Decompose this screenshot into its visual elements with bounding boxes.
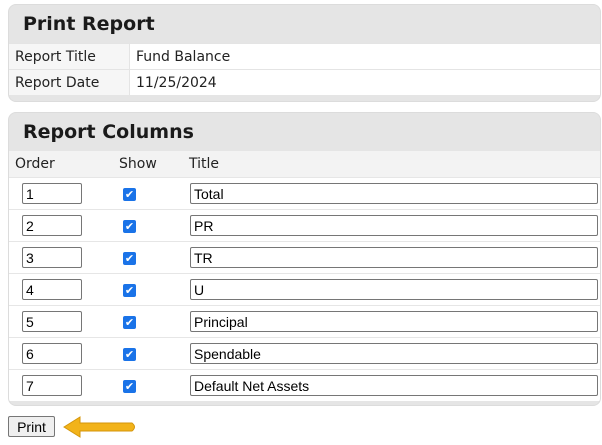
print-report-heading: Print Report	[23, 13, 155, 35]
show-checkbox[interactable]: ✔	[123, 380, 136, 393]
show-checkbox[interactable]: ✔	[123, 252, 136, 265]
order-input[interactable]	[22, 183, 82, 204]
order-input[interactable]	[22, 343, 82, 364]
order-input[interactable]	[22, 247, 82, 268]
column-row: ✔	[9, 305, 600, 338]
arrow-shape	[63, 416, 135, 438]
show-checkbox[interactable]: ✔	[123, 188, 136, 201]
order-header: Order	[15, 156, 55, 172]
show-checkbox[interactable]: ✔	[123, 220, 136, 233]
order-input[interactable]	[22, 215, 82, 236]
report-title-value: Fund Balance	[129, 43, 600, 70]
column-row: ✔	[9, 273, 600, 306]
column-row: ✔	[9, 337, 600, 370]
report-columns-table: Order Show Title ✔ ✔ ✔ ✔ ✔ ✔ ✔	[9, 151, 600, 401]
columns-header-row: Order Show Title	[9, 151, 600, 178]
report-title-row: Report Title Fund Balance	[9, 43, 600, 70]
show-checkbox[interactable]: ✔	[123, 348, 136, 361]
title-input[interactable]	[190, 343, 598, 364]
title-input[interactable]	[190, 247, 598, 268]
report-date-value: 11/25/2024	[129, 69, 600, 95]
report-date-row: Report Date 11/25/2024	[9, 69, 600, 95]
report-title-label: Report Title	[9, 43, 130, 70]
title-header: Title	[189, 156, 220, 172]
column-row: ✔	[9, 177, 600, 210]
column-rows: ✔ ✔ ✔ ✔ ✔ ✔ ✔	[9, 177, 600, 401]
title-input[interactable]	[190, 183, 598, 204]
order-input[interactable]	[22, 279, 82, 300]
title-input[interactable]	[190, 279, 598, 300]
column-row: ✔	[9, 241, 600, 274]
order-input[interactable]	[22, 375, 82, 396]
column-row: ✔	[9, 209, 600, 242]
show-checkbox[interactable]: ✔	[123, 284, 136, 297]
title-input[interactable]	[190, 215, 598, 236]
print-button[interactable]: Print	[8, 416, 55, 437]
arrow-left-icon	[63, 416, 135, 438]
show-checkbox[interactable]: ✔	[123, 316, 136, 329]
show-header: Show	[119, 156, 157, 172]
report-info-table: Report Title Fund Balance Report Date 11…	[9, 43, 600, 95]
report-columns-heading: Report Columns	[23, 121, 194, 143]
column-row: ✔	[9, 369, 600, 401]
print-report-panel: Print Report Report Title Fund Balance R…	[8, 4, 601, 102]
report-date-label: Report Date	[9, 69, 130, 95]
title-input[interactable]	[190, 311, 598, 332]
order-input[interactable]	[22, 311, 82, 332]
report-columns-panel: Report Columns Order Show Title ✔ ✔ ✔ ✔ ✔ ✔ ✔	[8, 112, 601, 406]
title-input[interactable]	[190, 375, 598, 396]
